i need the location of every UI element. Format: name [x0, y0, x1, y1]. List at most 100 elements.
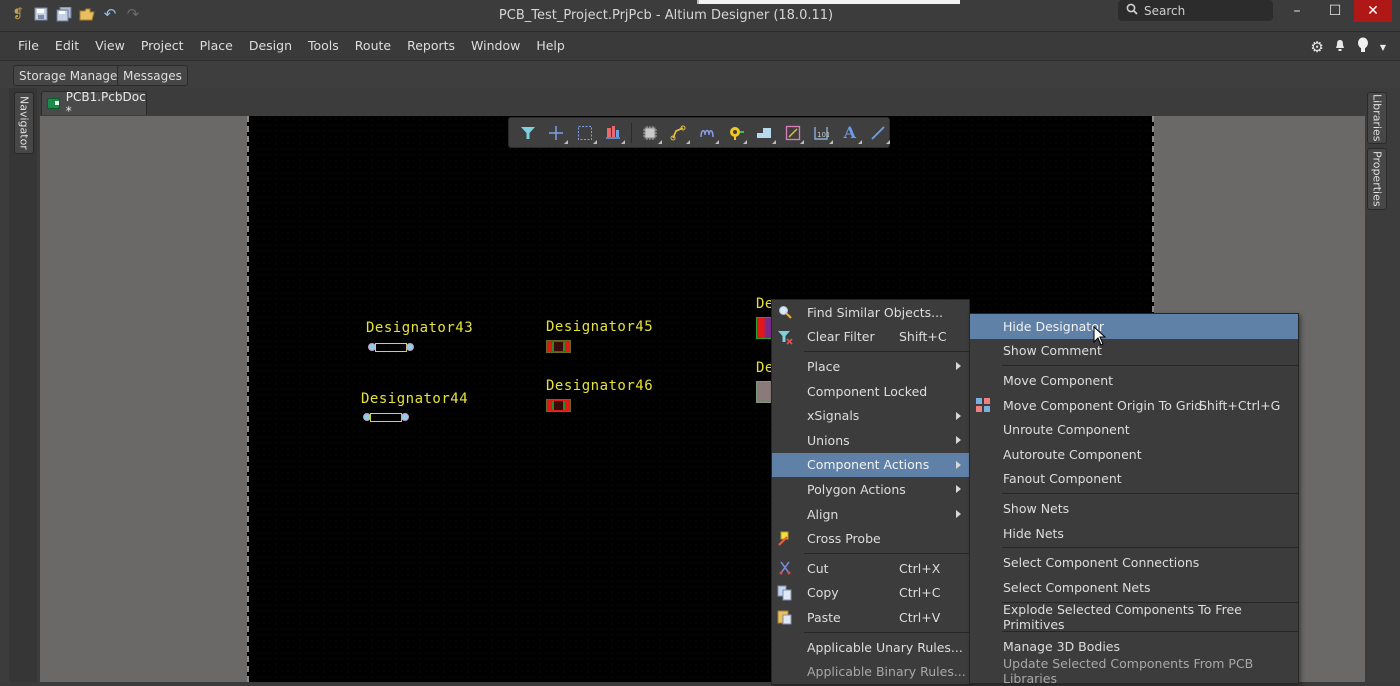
- tab-storage-manager[interactable]: Storage Manager: [13, 65, 129, 86]
- menu-item-move-origin-to-grid[interactable]: Move Component Origin To Grid Shift+Ctrl…: [970, 393, 1298, 418]
- submenu-arrow-icon: [956, 436, 961, 445]
- menu-item-select-component-nets[interactable]: Select Component Nets: [970, 575, 1298, 600]
- menu-item-move-component[interactable]: Move Component: [970, 368, 1298, 393]
- scissors-icon: [777, 560, 793, 576]
- menu-item-hide-nets[interactable]: Hide Nets: [970, 521, 1298, 546]
- minimize-button[interactable]: –: [1278, 0, 1316, 22]
- tab-properties[interactable]: Properties: [1367, 148, 1387, 210]
- magnifier-icon: [777, 304, 793, 320]
- menu-item-show-nets[interactable]: Show Nets: [970, 496, 1298, 521]
- route-track-icon[interactable]: [668, 122, 690, 144]
- grid-origin-icon: [975, 397, 991, 413]
- place-via-icon[interactable]: [725, 122, 747, 144]
- component-outline: [375, 342, 407, 352]
- menu-item-unroute-component[interactable]: Unroute Component: [970, 417, 1298, 442]
- menu-item-select-component-connections[interactable]: Select Component Connections: [970, 550, 1298, 575]
- menu-item-xsignals[interactable]: xSignals: [772, 403, 969, 428]
- designator-label[interactable]: Designator43: [366, 320, 473, 336]
- menu-item-copy[interactable]: Copy Ctrl+C: [772, 581, 969, 606]
- gear-icon[interactable]: ⚙: [1310, 38, 1323, 56]
- menu-file[interactable]: File: [10, 38, 47, 53]
- menu-item-applicable-unary-rules[interactable]: Applicable Unary Rules...: [772, 635, 969, 660]
- pcb-document-icon: [47, 98, 60, 109]
- menu-item-align[interactable]: Align: [772, 502, 969, 527]
- mouse-cursor-icon: [1093, 325, 1107, 349]
- place-line-icon[interactable]: [868, 122, 890, 144]
- clear-filter-icon: [777, 329, 793, 345]
- bell-icon[interactable]: [1334, 38, 1346, 56]
- document-tab-pcb1[interactable]: PCB1.PcbDoc *: [41, 89, 147, 118]
- overlay-window-edge: [697, 0, 960, 4]
- menu-item-cut[interactable]: Cut Ctrl+X: [772, 556, 969, 581]
- place-region-icon[interactable]: [782, 122, 804, 144]
- document-tab-label: PCB1.PcbDoc *: [65, 89, 146, 118]
- menu-design[interactable]: Design: [241, 38, 300, 53]
- menu-place[interactable]: Place: [192, 38, 241, 53]
- designator-label[interactable]: Designator45: [546, 319, 653, 335]
- menu-item-manage-3d-bodies[interactable]: Manage 3D Bodies: [970, 634, 1298, 659]
- menu-item-autoroute-component[interactable]: Autoroute Component: [970, 442, 1298, 467]
- submenu-arrow-icon: [956, 411, 961, 420]
- menu-tools[interactable]: Tools: [300, 38, 347, 53]
- left-panel-strip: [9, 88, 37, 682]
- select-area-icon[interactable]: [574, 122, 597, 144]
- menu-reports[interactable]: Reports: [399, 38, 463, 53]
- toolbar-separator: [631, 122, 633, 143]
- place-room-icon[interactable]: 101: [810, 122, 833, 144]
- pad: [406, 343, 414, 351]
- component-smd[interactable]: [546, 340, 571, 353]
- tab-libraries[interactable]: Libraries: [1367, 92, 1387, 144]
- user-dropdown-icon[interactable]: ▼: [1380, 43, 1386, 52]
- menu-item-component-actions[interactable]: Component Actions: [772, 452, 969, 478]
- menu-help[interactable]: Help: [528, 38, 573, 53]
- menu-item-hide-designator[interactable]: Hide Designator: [970, 314, 1298, 339]
- menu-item-paste[interactable]: Paste Ctrl+V: [772, 605, 969, 630]
- close-button[interactable]: ✕: [1354, 0, 1392, 22]
- menu-item-unions[interactable]: Unions: [772, 428, 969, 453]
- menu-item-explode-components[interactable]: Explode Selected Components To Free Prim…: [970, 602, 1298, 632]
- component-smd[interactable]: [546, 399, 571, 412]
- menu-item-place[interactable]: Place: [772, 354, 969, 379]
- menu-item-clear-filter[interactable]: Clear Filter Shift+C: [772, 325, 969, 350]
- menu-bar: File Edit View Project Place Design Tool…: [0, 31, 1400, 59]
- menu-window[interactable]: Window: [463, 38, 528, 53]
- diff-pair-icon[interactable]: [696, 122, 719, 144]
- component-outline: [370, 412, 402, 422]
- paste-icon: [777, 609, 793, 625]
- title-bar: ❡ ↶ ↷ PCB_Test_Project.PrjPcb - Altium D…: [0, 0, 1400, 32]
- align-icon[interactable]: [603, 122, 625, 144]
- menu-item-find-similar[interactable]: Find Similar Objects...: [772, 300, 969, 325]
- menu-item-polygon-actions[interactable]: Polygon Actions: [772, 477, 969, 502]
- menu-item-fanout-component[interactable]: Fanout Component: [970, 467, 1298, 492]
- svg-text:101: 101: [817, 131, 829, 139]
- crosshair-add-icon[interactable]: [546, 122, 568, 144]
- menu-item-cross-probe[interactable]: Cross Probe: [772, 526, 969, 551]
- submenu-arrow-icon: [956, 460, 961, 469]
- designator-label[interactable]: Designator44: [361, 391, 468, 407]
- component-actions-submenu: Hide Designator Show Comment Move Compon…: [969, 313, 1299, 686]
- place-fill-icon[interactable]: [753, 122, 776, 144]
- menu-item-applicable-binary-rules[interactable]: Applicable Binary Rules...: [772, 659, 969, 684]
- copy-icon: [777, 585, 793, 601]
- user-icon[interactable]: [1356, 37, 1370, 57]
- menu-item-update-from-pcb-libraries[interactable]: Update Selected Components From PCB Libr…: [970, 656, 1298, 686]
- menu-item-component-locked[interactable]: Component Locked: [772, 379, 969, 404]
- submenu-arrow-icon: [956, 510, 961, 519]
- context-menu: Find Similar Objects... Clear Filter Shi…: [771, 299, 970, 685]
- designator-label[interactable]: Designator46: [546, 378, 653, 394]
- search-input[interactable]: Search: [1118, 0, 1273, 21]
- maximize-button[interactable]: ☐: [1316, 0, 1354, 22]
- menu-route[interactable]: Route: [347, 38, 399, 53]
- component-through-hole[interactable]: [363, 412, 409, 422]
- component-through-hole[interactable]: [368, 342, 414, 352]
- place-component-icon[interactable]: [639, 122, 662, 144]
- menu-edit[interactable]: Edit: [47, 38, 87, 53]
- menu-item-show-comment[interactable]: Show Comment: [970, 339, 1298, 364]
- place-string-icon[interactable]: A: [839, 122, 862, 144]
- menu-view[interactable]: View: [87, 38, 133, 53]
- pad: [401, 413, 409, 421]
- tab-messages[interactable]: Messages: [117, 65, 188, 86]
- filter-icon[interactable]: [517, 122, 539, 144]
- tab-navigator[interactable]: Navigator: [14, 92, 34, 154]
- menu-project[interactable]: Project: [133, 38, 192, 53]
